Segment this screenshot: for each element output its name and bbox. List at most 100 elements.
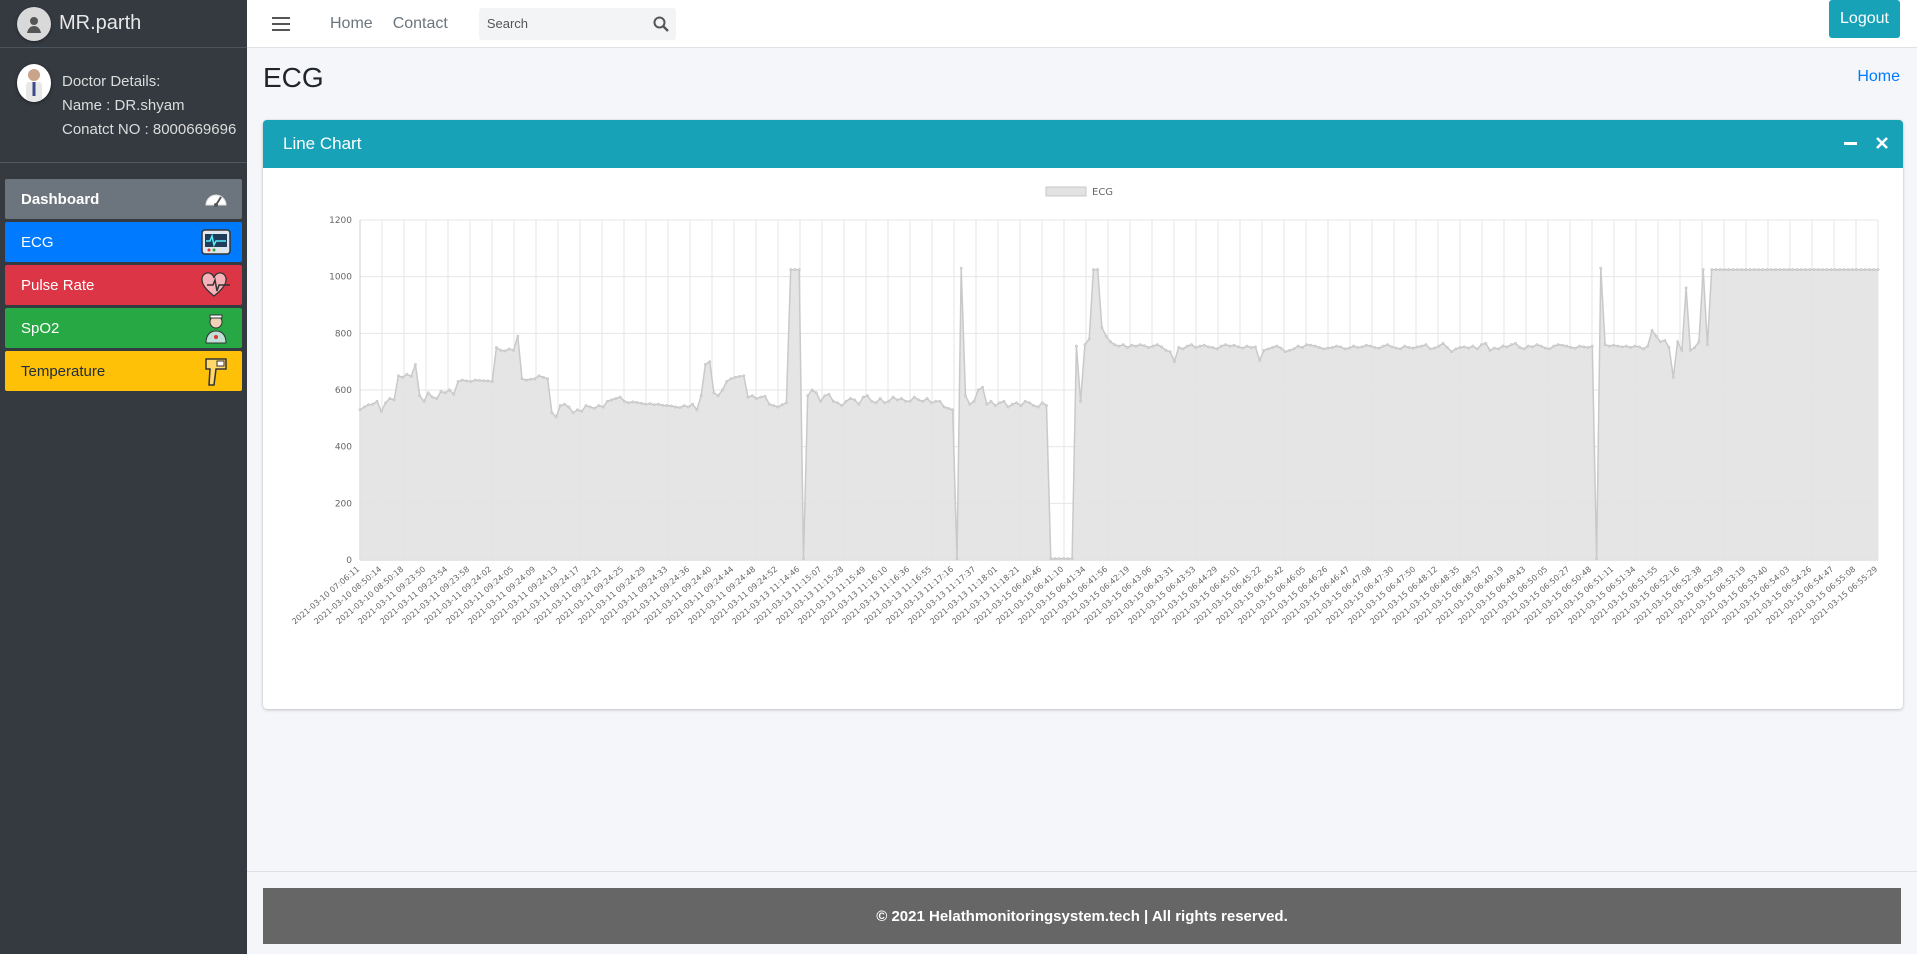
sidebar: MR.parth Doctor Details: Name : DR.shyam…: [0, 0, 247, 954]
data-point: [1603, 343, 1607, 347]
data-point: [1607, 344, 1611, 348]
data-point: [1343, 347, 1347, 351]
breadcrumb-home[interactable]: Home: [1857, 68, 1900, 86]
menu-toggle-icon[interactable]: [271, 16, 291, 32]
data-point: [1002, 399, 1006, 403]
data-point: [844, 399, 848, 403]
search-input[interactable]: [486, 16, 647, 31]
data-point: [1006, 405, 1010, 409]
sidebar-item-dashboard[interactable]: Dashboard: [5, 179, 242, 219]
data-point: [1492, 346, 1496, 350]
data-point: [1104, 334, 1108, 338]
data-point: [908, 399, 912, 403]
data-point: [1740, 268, 1744, 272]
chart-canvas: 0200400600800100012002021-03-10 07:06:11…: [290, 186, 1880, 626]
data-point: [1876, 268, 1880, 272]
data-point: [1202, 343, 1206, 347]
data-point: [413, 363, 417, 366]
data-point: [861, 395, 865, 399]
data-point: [853, 398, 857, 402]
data-point: [1718, 268, 1722, 272]
data-point: [550, 411, 554, 415]
y-tick-label: 400: [335, 443, 352, 453]
data-point: [870, 399, 874, 403]
data-point: [904, 399, 908, 403]
nav-link-contact[interactable]: Contact: [393, 15, 448, 33]
logout-button[interactable]: Logout: [1829, 0, 1900, 38]
data-point: [780, 403, 784, 407]
data-point: [1612, 343, 1616, 347]
data-point: [618, 395, 622, 399]
data-point: [379, 409, 383, 413]
data-point: [657, 402, 660, 406]
data-point: [426, 391, 430, 395]
data-point: [1143, 344, 1147, 348]
data-point: [1360, 345, 1364, 349]
data-point: [686, 405, 690, 409]
data-point: [1224, 343, 1228, 347]
data-point: [1701, 268, 1705, 272]
data-point: [1356, 346, 1360, 349]
data-point: [1859, 268, 1863, 272]
data-point: [1364, 343, 1368, 347]
brand-name: MR.parth: [59, 12, 142, 34]
data-point: [819, 399, 822, 403]
speedometer-icon: [201, 183, 231, 215]
data-point: [1377, 346, 1381, 350]
data-point: [392, 398, 396, 402]
data-point: [499, 348, 503, 352]
data-point: [857, 402, 861, 406]
data-point: [1629, 346, 1633, 349]
data-point: [1296, 344, 1300, 348]
data-point: [1501, 344, 1505, 348]
data-point: [1471, 344, 1475, 348]
data-point: [1096, 268, 1100, 272]
data-point: [1556, 343, 1560, 347]
data-point: [1172, 360, 1176, 364]
data-point: [1693, 346, 1697, 349]
data-point: [1676, 340, 1680, 344]
data-point: [1769, 268, 1773, 272]
data-point: [439, 389, 443, 393]
data-point: [1168, 350, 1172, 354]
minus-icon[interactable]: [1843, 134, 1857, 152]
data-point: [1079, 399, 1083, 403]
data-point: [1637, 345, 1641, 349]
data-point: [1433, 346, 1436, 350]
data-point: [1868, 268, 1871, 272]
data-point: [396, 374, 400, 378]
heart-pulse-icon: [201, 269, 231, 301]
data-point: [1812, 268, 1816, 272]
data-point: [1735, 268, 1739, 272]
data-point: [1215, 347, 1219, 351]
data-point: [1842, 268, 1846, 272]
sidebar-item-ecg[interactable]: ECG: [5, 222, 242, 262]
sidebar-item-spo2[interactable]: SpO2: [5, 308, 242, 348]
data-point: [1398, 347, 1402, 351]
data-point: [1684, 286, 1688, 290]
sidebar-item-temperature[interactable]: Temperature: [5, 351, 242, 391]
data-point: [1799, 268, 1803, 272]
data-point: [1339, 345, 1343, 349]
card-header: Line Chart: [263, 120, 1903, 168]
data-point: [1262, 348, 1266, 352]
data-point: [1509, 343, 1513, 347]
close-icon[interactable]: [1875, 134, 1889, 152]
data-point: [1616, 344, 1620, 348]
data-point: [558, 404, 562, 408]
sidebar-item-label: Temperature: [21, 362, 106, 380]
data-point: [563, 402, 567, 406]
data-point: [1428, 347, 1432, 351]
data-point: [1595, 557, 1599, 561]
sidebar-item-pulse-rate[interactable]: Pulse Rate: [5, 265, 242, 305]
y-tick-label: 1000: [329, 273, 352, 283]
search-icon[interactable]: [652, 15, 670, 33]
ecg-monitor-icon: [201, 226, 231, 258]
data-point: [1424, 343, 1428, 347]
data-point: [831, 399, 835, 403]
brand-link[interactable]: MR.parth: [0, 0, 247, 48]
data-point: [1288, 348, 1292, 352]
nav-link-home[interactable]: Home: [330, 15, 373, 33]
data-point: [567, 405, 571, 409]
data-point: [601, 405, 605, 409]
